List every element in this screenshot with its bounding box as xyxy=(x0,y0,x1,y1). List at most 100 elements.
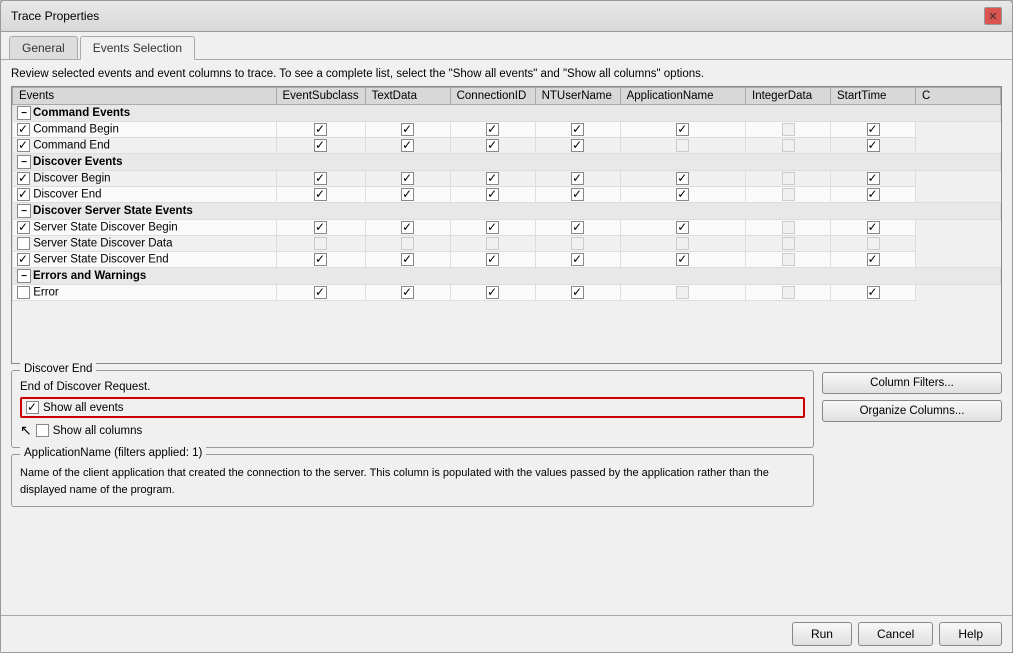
expand-icon[interactable]: − xyxy=(17,269,31,283)
col-checkbox[interactable] xyxy=(314,123,327,136)
col-checkbox[interactable] xyxy=(867,221,880,234)
col-checkbox[interactable] xyxy=(486,123,499,136)
col-checkbox[interactable] xyxy=(486,172,499,185)
table-row: Command End xyxy=(13,138,1001,154)
col-checkbox[interactable] xyxy=(401,139,414,152)
close-button[interactable]: ✕ xyxy=(984,7,1002,25)
col-header-eventsubclass: EventSubclass xyxy=(276,88,365,105)
col-checkbox[interactable] xyxy=(782,123,795,136)
help-button[interactable]: Help xyxy=(939,622,1002,646)
col-checkbox-cell xyxy=(276,252,365,268)
col-checkbox[interactable] xyxy=(867,139,880,152)
col-checkbox[interactable] xyxy=(486,139,499,152)
col-checkbox[interactable] xyxy=(571,286,584,299)
show-all-columns-checkbox[interactable] xyxy=(36,424,49,437)
col-checkbox[interactable] xyxy=(571,221,584,234)
col-checkbox[interactable] xyxy=(571,123,584,136)
col-checkbox[interactable] xyxy=(486,253,499,266)
col-checkbox[interactable] xyxy=(486,237,499,250)
table-row: Command Begin xyxy=(13,122,1001,138)
col-checkbox[interactable] xyxy=(867,253,880,266)
col-checkbox[interactable] xyxy=(314,286,327,299)
category-label: Discover Events xyxy=(33,156,123,168)
col-checkbox[interactable] xyxy=(401,221,414,234)
expand-icon[interactable]: − xyxy=(17,155,31,169)
col-checkbox[interactable] xyxy=(782,253,795,266)
show-all-events-row[interactable]: Show all events xyxy=(20,397,805,418)
col-checkbox[interactable] xyxy=(401,253,414,266)
table-category-row: −Command Events xyxy=(13,105,1001,122)
col-checkbox[interactable] xyxy=(314,188,327,201)
col-checkbox[interactable] xyxy=(867,237,880,250)
col-checkbox[interactable] xyxy=(314,253,327,266)
col-checkbox[interactable] xyxy=(401,237,414,250)
col-checkbox[interactable] xyxy=(782,221,795,234)
col-checkbox[interactable] xyxy=(401,188,414,201)
show-all-columns-row[interactable]: ↖ Show all columns xyxy=(20,422,805,439)
row-checkbox[interactable] xyxy=(17,123,30,136)
row-checkbox[interactable] xyxy=(17,253,30,266)
col-checkbox[interactable] xyxy=(782,172,795,185)
run-button[interactable]: Run xyxy=(792,622,852,646)
col-checkbox[interactable] xyxy=(571,139,584,152)
col-checkbox[interactable] xyxy=(314,172,327,185)
col-checkbox[interactable] xyxy=(782,139,795,152)
col-checkbox[interactable] xyxy=(401,123,414,136)
col-checkbox[interactable] xyxy=(676,253,689,266)
footer: Run Cancel Help xyxy=(1,615,1012,652)
col-checkbox[interactable] xyxy=(401,286,414,299)
col-checkbox[interactable] xyxy=(867,188,880,201)
organize-columns-button[interactable]: Organize Columns... xyxy=(822,400,1002,422)
col-checkbox[interactable] xyxy=(782,188,795,201)
col-checkbox[interactable] xyxy=(486,221,499,234)
col-checkbox[interactable] xyxy=(314,139,327,152)
col-checkbox[interactable] xyxy=(401,172,414,185)
col-header-connectionid: ConnectionID xyxy=(450,88,535,105)
show-all-events-label: Show all events xyxy=(43,402,124,414)
col-checkbox[interactable] xyxy=(571,188,584,201)
row-checkbox[interactable] xyxy=(17,139,30,152)
tabs-bar: General Events Selection xyxy=(1,32,1012,60)
col-checkbox-cell xyxy=(535,252,620,268)
tab-general[interactable]: General xyxy=(9,36,78,59)
col-checkbox[interactable] xyxy=(676,188,689,201)
col-checkbox[interactable] xyxy=(314,221,327,234)
col-checkbox[interactable] xyxy=(676,221,689,234)
col-checkbox[interactable] xyxy=(676,139,689,152)
col-checkbox-cell xyxy=(746,285,831,301)
table-row: Discover Begin xyxy=(13,171,1001,187)
col-checkbox-cell xyxy=(535,171,620,187)
row-checkbox[interactable] xyxy=(17,188,30,201)
col-checkbox[interactable] xyxy=(867,286,880,299)
col-checkbox[interactable] xyxy=(676,123,689,136)
column-filters-button[interactable]: Column Filters... xyxy=(822,372,1002,394)
col-checkbox[interactable] xyxy=(782,286,795,299)
col-checkbox[interactable] xyxy=(782,237,795,250)
col-checkbox[interactable] xyxy=(676,286,689,299)
col-checkbox[interactable] xyxy=(676,172,689,185)
tab-events-selection[interactable]: Events Selection xyxy=(80,36,195,60)
expand-icon[interactable]: − xyxy=(17,106,31,120)
row-checkbox[interactable] xyxy=(17,172,30,185)
show-all-events-checkbox[interactable] xyxy=(26,401,39,414)
events-table-container[interactable]: Events EventSubclass TextData Connection… xyxy=(11,86,1002,364)
row-checkbox[interactable] xyxy=(17,286,30,299)
row-checkbox[interactable] xyxy=(17,237,30,250)
col-checkbox[interactable] xyxy=(867,123,880,136)
col-checkbox[interactable] xyxy=(571,253,584,266)
row-checkbox[interactable] xyxy=(17,221,30,234)
col-checkbox[interactable] xyxy=(571,172,584,185)
col-checkbox[interactable] xyxy=(486,188,499,201)
discover-end-description: End of Discover Request. Show all events… xyxy=(20,377,805,439)
cancel-button[interactable]: Cancel xyxy=(858,622,933,646)
col-checkbox[interactable] xyxy=(676,237,689,250)
col-checkbox[interactable] xyxy=(314,237,327,250)
expand-icon[interactable]: − xyxy=(17,204,31,218)
col-checkbox-cell xyxy=(450,220,535,236)
col-checkbox[interactable] xyxy=(867,172,880,185)
col-checkbox-cell xyxy=(450,252,535,268)
col-checkbox[interactable] xyxy=(486,286,499,299)
col-checkbox-cell xyxy=(831,252,916,268)
col-checkbox[interactable] xyxy=(571,237,584,250)
col-checkbox-cell xyxy=(450,285,535,301)
